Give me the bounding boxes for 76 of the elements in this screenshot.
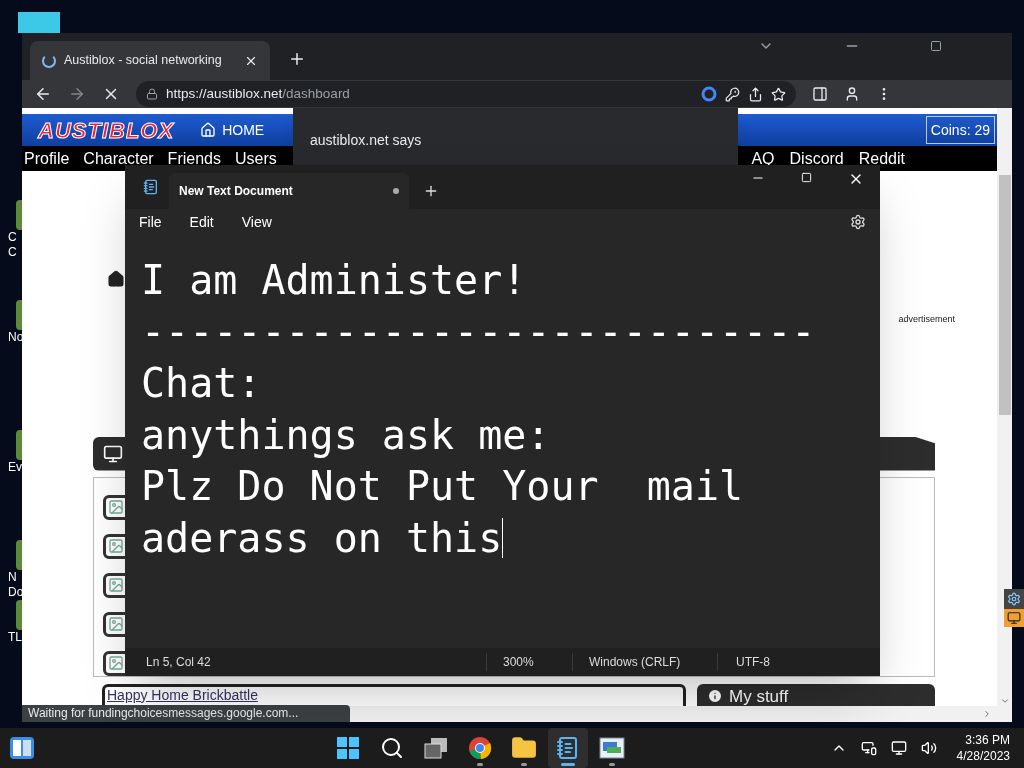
scroll-down-icon[interactable] xyxy=(999,696,1010,706)
desktop-icon-label: Ev xyxy=(8,460,22,475)
desktop-icon-label: N xyxy=(8,570,17,585)
lock-icon xyxy=(146,88,158,100)
desktop-icon[interactable] xyxy=(16,430,22,460)
desktop-icon-label: C xyxy=(8,245,17,260)
advertisement-label: advertisement xyxy=(898,313,955,326)
bookmark-star-icon[interactable] xyxy=(771,86,786,102)
folder-icon xyxy=(511,735,538,761)
desktop-icon[interactable] xyxy=(16,540,22,570)
text-line: anythings ask me: xyxy=(141,410,551,460)
home-link[interactable]: HOME xyxy=(200,119,265,141)
taskbar-button[interactable] xyxy=(548,728,589,768)
home-icon xyxy=(200,122,217,138)
text-caret xyxy=(502,518,504,559)
loading-status-tooltip: Waiting for fundingchoicesmessages.google.com... xyxy=(22,705,350,722)
text-editor[interactable]: I am Administer! ---------------------------- Chat: anythings ask me: Plz Do Not Put Your mail aderass on this xyxy=(125,235,880,648)
nav-link[interactable]: Discord xyxy=(789,148,844,169)
widgets-icon[interactable] xyxy=(10,737,34,759)
desktop-icon[interactable] xyxy=(16,300,22,330)
desktop-icon[interactable] xyxy=(16,200,22,230)
side-panel-icon[interactable] xyxy=(812,86,828,102)
info-icon xyxy=(707,687,723,704)
clock[interactable]: 3:36 PM 4/28/2023 xyxy=(956,732,1010,764)
task-view-icon xyxy=(423,737,450,759)
menu-item[interactable]: Edit xyxy=(189,211,214,233)
profile-icon[interactable] xyxy=(844,86,860,102)
cursor-position: Ln 5, Col 42 xyxy=(146,654,212,671)
zoom-level: 300% xyxy=(486,653,572,671)
windows-icon xyxy=(336,736,361,760)
volume-icon[interactable] xyxy=(920,740,937,756)
notepad-icon xyxy=(143,179,159,195)
scroll-right-icon[interactable] xyxy=(982,709,992,719)
text-line: aderass on this xyxy=(141,513,503,563)
network-icon[interactable] xyxy=(890,740,907,756)
browser-tab[interactable]: Austiblox - social networking xyxy=(30,41,270,80)
monitor-icon[interactable] xyxy=(1004,609,1024,627)
nav-link[interactable]: Friends xyxy=(167,148,221,169)
search-icon xyxy=(380,736,405,760)
monitor-icon xyxy=(103,443,123,464)
app-window-icon xyxy=(599,737,626,759)
desktop-icon-label: TL xyxy=(8,630,22,645)
nav-link[interactable]: Character xyxy=(83,148,154,169)
nav-link[interactable]: Users xyxy=(234,148,277,169)
text-line: I am Administer! xyxy=(141,256,527,305)
text-line: Chat: xyxy=(141,359,262,408)
share-icon[interactable] xyxy=(748,86,763,102)
featured-link[interactable]: Happy Home Brickbattle xyxy=(107,686,258,703)
forward-icon[interactable] xyxy=(68,85,86,103)
gear-icon[interactable] xyxy=(1004,589,1024,609)
dialog-title: austiblox.net says xyxy=(310,132,422,148)
text-line: ---------------------------- xyxy=(141,307,816,357)
key-icon[interactable] xyxy=(725,86,740,102)
new-tab-icon[interactable] xyxy=(288,50,306,68)
address-bar[interactable]: https://austiblox.net/dashboard xyxy=(136,81,796,107)
desktop-icon-label: C xyxy=(8,230,17,245)
my-stuff-header: My stuff xyxy=(697,683,935,706)
desktop-icon[interactable] xyxy=(16,600,22,630)
nav-link[interactable]: Profile xyxy=(24,148,70,169)
browser-icon xyxy=(468,736,493,760)
new-tab-icon[interactable] xyxy=(423,183,439,199)
line-ending: Windows (CRLF) xyxy=(572,653,717,671)
nav-link[interactable]: Reddit xyxy=(858,148,905,169)
menu-item[interactable]: View xyxy=(241,211,272,233)
devices-icon[interactable] xyxy=(860,740,877,756)
url-text: https://austiblox.net/dashboard xyxy=(166,84,350,103)
encoding: UTF-8 xyxy=(717,653,770,671)
menu-item[interactable]: File xyxy=(139,211,162,233)
coins-counter: Coins: 29 xyxy=(925,116,995,144)
text-line: Plz Do Not Put Your mail xyxy=(141,462,744,511)
back-icon[interactable] xyxy=(34,85,52,103)
maximize-icon[interactable] xyxy=(930,40,942,52)
settings-icon[interactable] xyxy=(850,214,866,230)
scrollbar[interactable] xyxy=(997,108,1012,706)
document-tab[interactable]: New Text Document xyxy=(169,173,409,209)
home-icon xyxy=(107,270,125,288)
